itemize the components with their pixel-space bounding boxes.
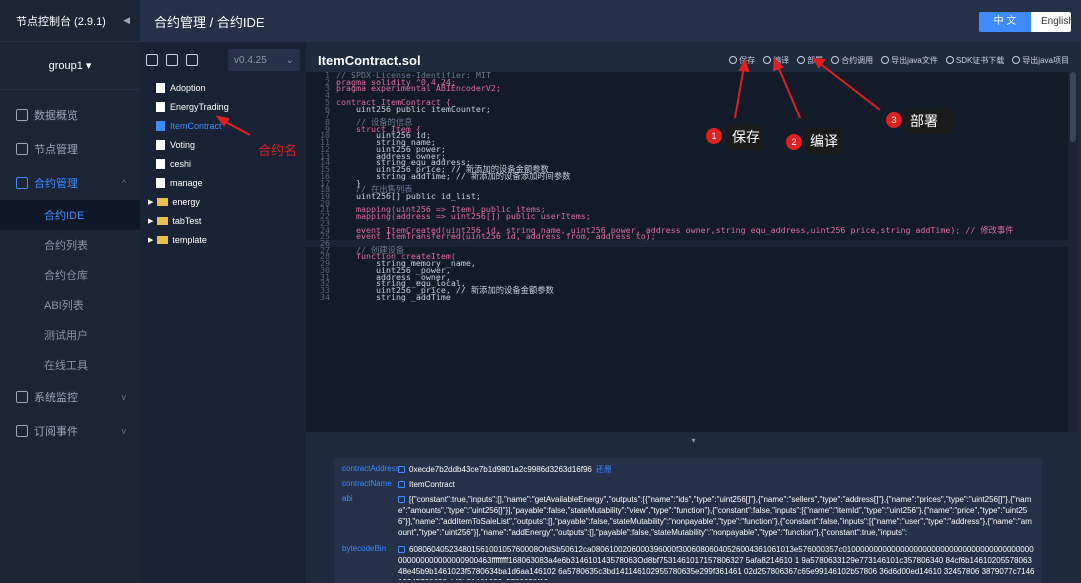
annotation-compile: 编译 bbox=[806, 128, 842, 154]
arrow-compile bbox=[776, 63, 801, 119]
arrowhead bbox=[772, 57, 784, 72]
annotation-arrows bbox=[215, 57, 881, 136]
annotation-save: 保存 bbox=[728, 124, 764, 150]
annotation-contract-name: 合约名 bbox=[258, 143, 298, 158]
arrowhead bbox=[738, 58, 750, 73]
annotation-number-1: 1 bbox=[706, 128, 722, 144]
annotation-number-2: 2 bbox=[786, 134, 802, 150]
annotation-deploy: 部署 bbox=[906, 108, 954, 134]
arrow-save bbox=[734, 65, 745, 119]
arrowhead bbox=[215, 115, 230, 127]
arrow-deploy bbox=[817, 61, 881, 111]
annotation-number-3: 3 bbox=[886, 112, 902, 128]
